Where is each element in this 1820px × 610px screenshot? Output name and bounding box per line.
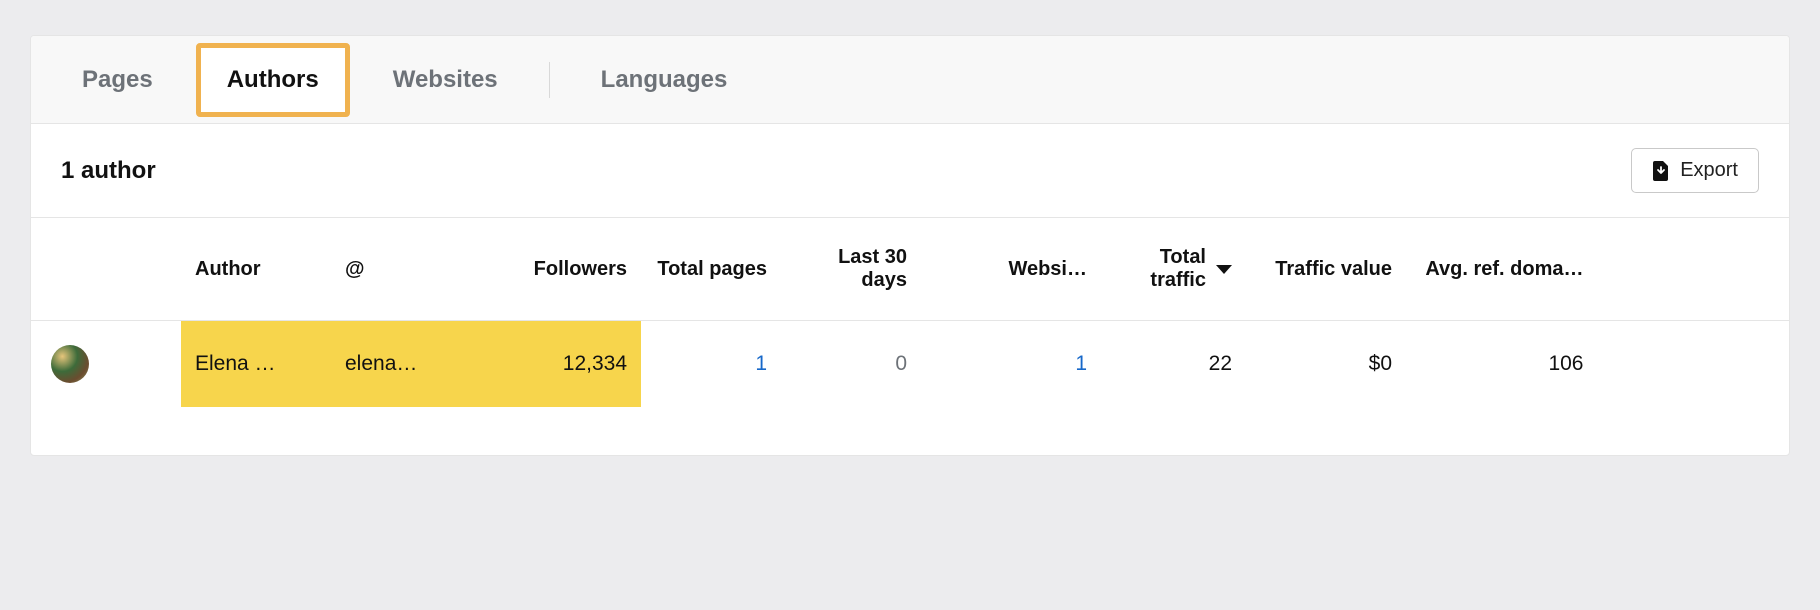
cell-spacer — [1598, 321, 1790, 408]
col-total-traffic[interactable]: Total traffic — [1101, 218, 1246, 321]
col-last-30-days[interactable]: Last 30 days — [781, 218, 921, 321]
cell-total-traffic: 22 — [1101, 321, 1246, 408]
export-button[interactable]: Export — [1631, 148, 1759, 193]
col-total-traffic-label: Total traffic — [1115, 246, 1206, 292]
total-pages-link[interactable]: 1 — [755, 352, 767, 375]
table-wrap: Author @ Followers Total pages Last 30 d… — [31, 218, 1789, 455]
cell-avg-ref-domains: 106 — [1406, 321, 1598, 408]
avatar — [51, 345, 89, 383]
cell-author: Elena … — [181, 321, 331, 408]
table-row[interactable]: Elena … elena… 12,334 1 0 1 22 $0 106 — [31, 321, 1789, 408]
download-icon — [1652, 161, 1670, 181]
cell-websites: 1 — [921, 321, 1101, 408]
tab-authors[interactable]: Authors — [196, 43, 350, 117]
authors-table: Author @ Followers Total pages Last 30 d… — [31, 218, 1789, 455]
tab-languages[interactable]: Languages — [570, 43, 759, 117]
cell-avatar — [31, 321, 181, 408]
tab-divider — [549, 62, 550, 98]
spacer-row — [31, 407, 1789, 455]
websites-link[interactable]: 1 — [1075, 352, 1087, 375]
col-avg-ref-domains[interactable]: Avg. ref. doma… — [1406, 218, 1598, 321]
tab-pages[interactable]: Pages — [51, 43, 184, 117]
result-count: 1 author — [61, 157, 156, 185]
col-handle[interactable]: @ — [331, 218, 496, 321]
col-traffic-value[interactable]: Traffic value — [1246, 218, 1406, 321]
col-author[interactable]: Author — [181, 218, 331, 321]
export-label: Export — [1680, 159, 1738, 182]
header-bar: 1 author Export — [31, 124, 1789, 218]
authors-card: Pages Authors Websites Languages 1 autho… — [30, 35, 1790, 456]
col-websites[interactable]: Websi… — [921, 218, 1101, 321]
table-header-row: Author @ Followers Total pages Last 30 d… — [31, 218, 1789, 321]
col-followers[interactable]: Followers — [496, 218, 641, 321]
col-spacer — [1598, 218, 1790, 321]
col-total-pages[interactable]: Total pages — [641, 218, 781, 321]
cell-followers: 12,334 — [496, 321, 641, 408]
col-avatar — [31, 218, 181, 321]
tab-websites[interactable]: Websites — [362, 43, 529, 117]
cell-handle: elena… — [331, 321, 496, 408]
cell-traffic-value: $0 — [1246, 321, 1406, 408]
cell-total-pages: 1 — [641, 321, 781, 408]
tabs-bar: Pages Authors Websites Languages — [31, 36, 1789, 124]
cell-last-30-days: 0 — [781, 321, 921, 408]
sort-desc-icon — [1216, 265, 1232, 274]
